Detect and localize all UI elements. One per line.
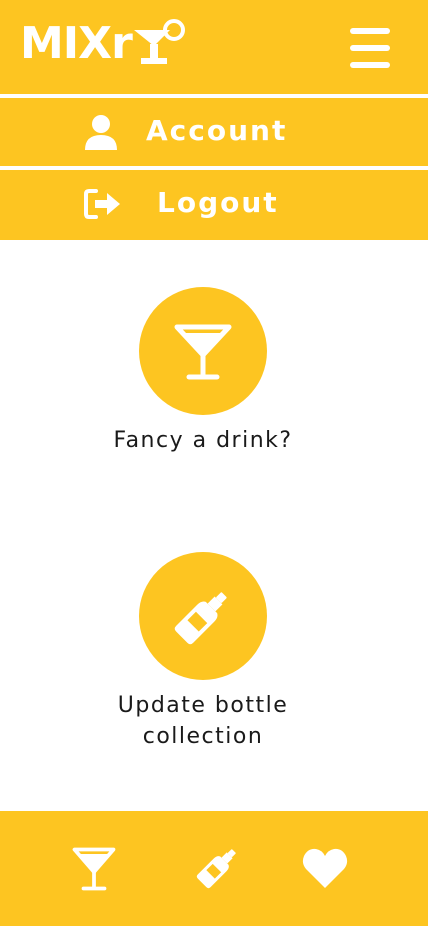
cocktail-glass-icon (72, 847, 116, 891)
fancy-drink-label: Fancy a drink? (113, 428, 293, 453)
menu-item-logout[interactable]: Logout (0, 170, 428, 240)
app-header: MIXr (0, 0, 428, 96)
bottom-nav (0, 811, 428, 926)
menu-item-logout-label: Logout (157, 186, 279, 219)
hamburger-line (350, 45, 390, 51)
fancy-drink-card[interactable]: Fancy a drink? (0, 287, 406, 456)
nav-drinks-button[interactable] (70, 845, 118, 897)
logout-icon (84, 189, 120, 219)
cocktail-glass-icon (174, 324, 232, 380)
update-bottle-button[interactable] (139, 552, 267, 680)
bottle-icon (174, 592, 227, 645)
update-bottle-label: Update bottle collection (117, 693, 289, 749)
nav-bottles-button[interactable] (194, 843, 242, 895)
logo-text: MIXr (20, 18, 133, 69)
heart-icon (302, 848, 348, 888)
app-logo[interactable]: MIXr (20, 18, 186, 70)
hamburger-line (350, 62, 390, 68)
menu-item-account-label: Account (146, 114, 288, 147)
fancy-drink-button[interactable] (139, 287, 267, 415)
nav-favorites-button[interactable] (302, 847, 348, 893)
menu-item-account[interactable]: Account (0, 98, 428, 168)
user-icon (85, 115, 117, 150)
hamburger-menu-button[interactable] (350, 28, 394, 68)
hamburger-line (350, 28, 390, 34)
update-bottle-card[interactable]: Update bottle collection (0, 552, 406, 752)
logo-glass-icon (133, 19, 185, 64)
bottle-icon (196, 849, 236, 889)
